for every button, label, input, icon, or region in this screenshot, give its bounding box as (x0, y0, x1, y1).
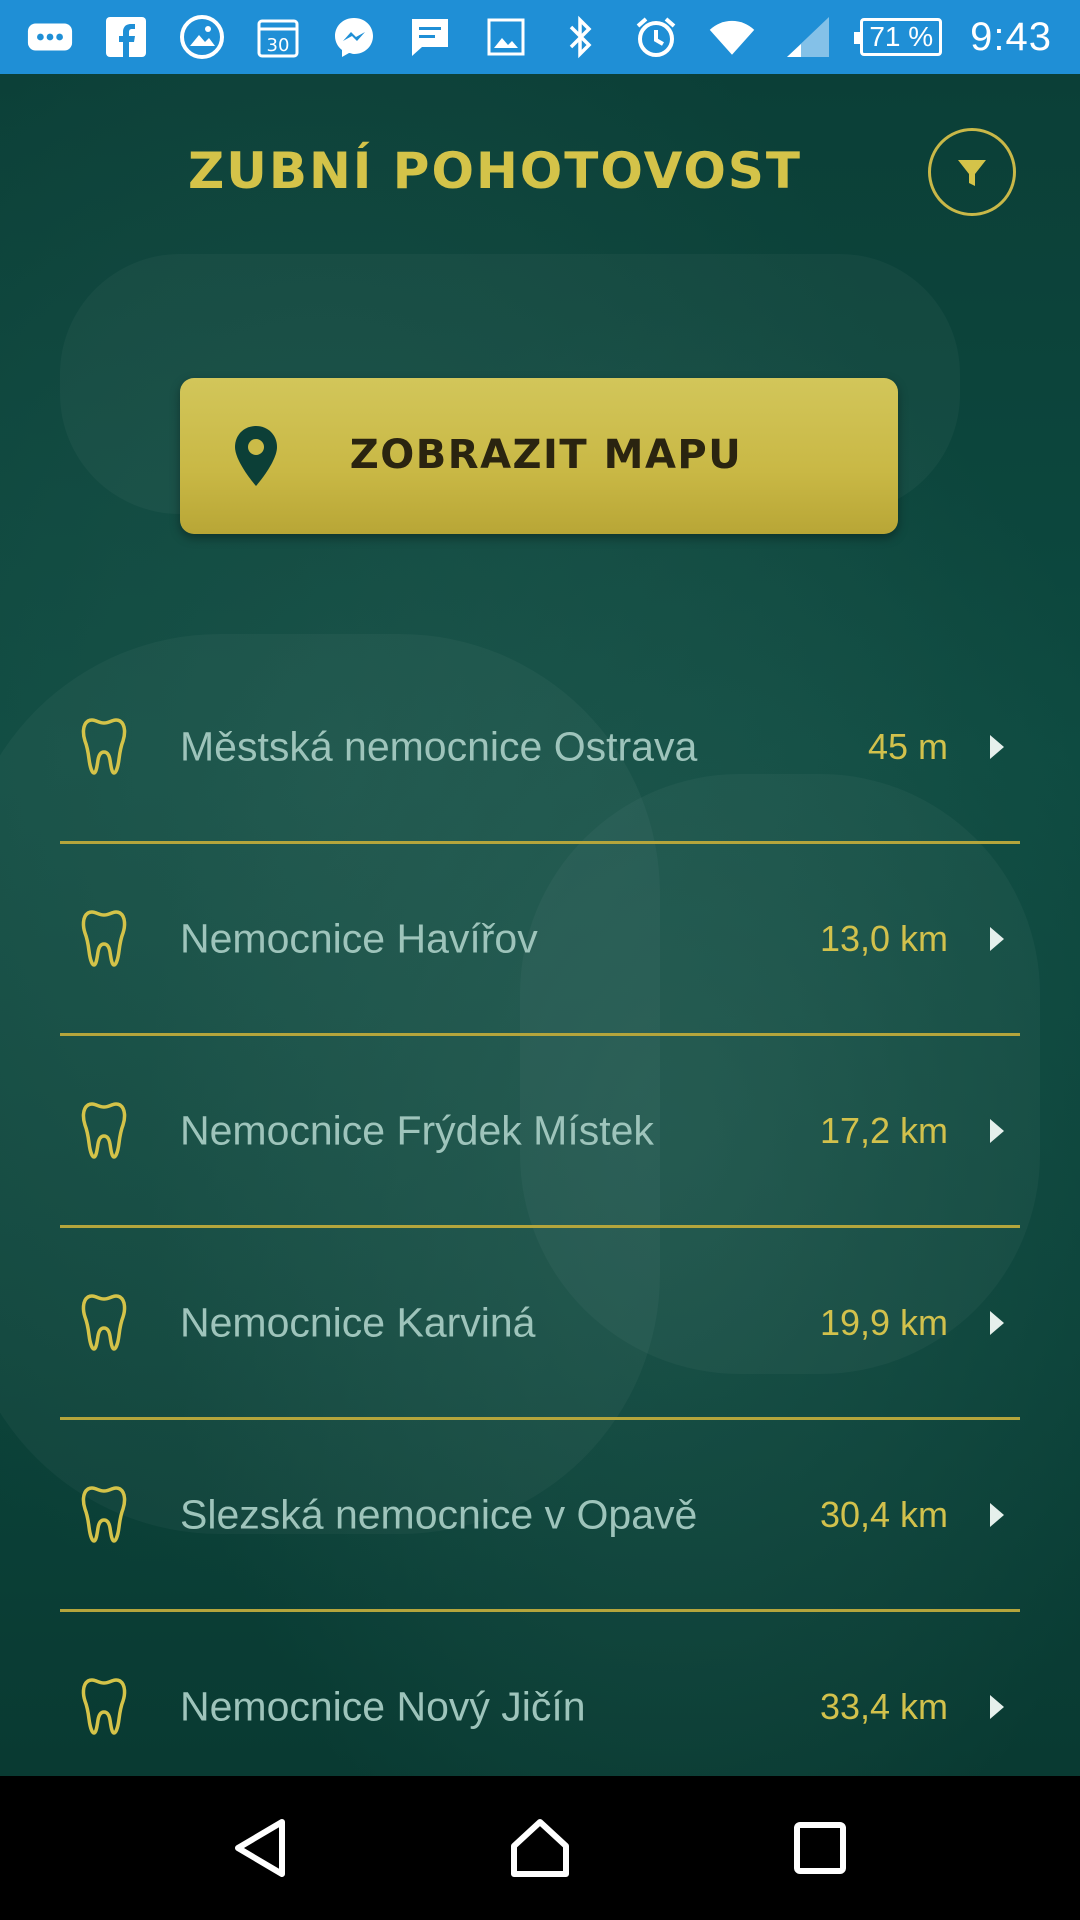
messenger-icon (330, 13, 378, 61)
chevron-right-icon (990, 1502, 1004, 1527)
svg-text:30: 30 (267, 35, 290, 56)
alarm-icon (632, 13, 680, 61)
hospital-name: Nemocnice Karviná (180, 1299, 536, 1345)
hospital-name: Slezská nemocnice v Opavě (180, 1491, 698, 1537)
tooth-icon (81, 717, 127, 775)
hospital-distance: 45 m (867, 725, 948, 767)
tooth-icon (81, 909, 127, 967)
tooth-icon (81, 1677, 127, 1735)
home-icon (511, 1819, 569, 1877)
chevron-right-icon (990, 1694, 1004, 1719)
hospital-distance: 13,0 km (819, 917, 948, 959)
chevron-right-icon (990, 1118, 1004, 1143)
navigation-bar (0, 1776, 1080, 1920)
app-content: ZUBNÍ POHOTOVOST ZOBRAZIT MAPU Městská n… (0, 74, 1080, 1776)
list-item[interactable]: Nemocnice Havířov 13,0 km (60, 844, 1020, 1036)
signal-icon (784, 13, 832, 61)
hospital-name: Městská nemocnice Ostrava (180, 723, 698, 769)
hospital-distance: 17,2 km (819, 1109, 948, 1151)
filter-icon (958, 160, 986, 186)
list-item[interactable]: Městská nemocnice Ostrava 45 m (60, 652, 1020, 844)
home-button[interactable] (500, 1808, 580, 1888)
facebook-icon (102, 13, 150, 61)
hospital-name: Nemocnice Nový Jičín (180, 1683, 586, 1729)
more-icon (26, 13, 74, 61)
page-title: ZUBNÍ POHOTOVOST (187, 142, 803, 200)
hospital-distance: 33,4 km (819, 1685, 948, 1727)
hospital-name: Nemocnice Havířov (180, 915, 538, 961)
battery-indicator: 71 % (854, 18, 943, 56)
hospital-list: Městská nemocnice Ostrava 45 m Nemocnice… (60, 652, 1020, 1776)
calendar-icon: 30 (254, 13, 302, 61)
recents-button[interactable] (780, 1808, 860, 1888)
system-icons: 71 % 9:43 (556, 13, 1052, 61)
list-item[interactable]: Nemocnice Nový Jičín 33,4 km (60, 1612, 1020, 1776)
list-item[interactable]: Nemocnice Frýdek Místek 17,2 km (60, 1036, 1020, 1228)
recents-icon (794, 1822, 846, 1874)
bluetooth-icon (556, 13, 604, 61)
photos-icon (178, 13, 226, 61)
tooth-icon (81, 1293, 127, 1351)
clock: 9:43 (970, 14, 1052, 59)
show-map-label: ZOBRAZIT MAPU (349, 432, 743, 478)
hospital-name: Nemocnice Frýdek Místek (180, 1107, 654, 1153)
header: ZUBNÍ POHOTOVOST (0, 74, 1080, 264)
back-button[interactable] (220, 1808, 300, 1888)
tooth-icon (81, 1101, 127, 1159)
status-bar: 30 71 % 9:43 (0, 0, 1080, 74)
hospital-distance: 30,4 km (819, 1493, 948, 1535)
notification-icons: 30 (26, 13, 530, 61)
list-item[interactable]: Nemocnice Karviná 19,9 km (60, 1228, 1020, 1420)
wifi-icon (708, 13, 756, 61)
chevron-right-icon (990, 1310, 1004, 1335)
show-map-button[interactable]: ZOBRAZIT MAPU (180, 378, 898, 534)
image-icon (482, 13, 530, 61)
tooth-icon (81, 1485, 127, 1543)
back-icon (235, 1819, 285, 1877)
chevron-right-icon (990, 926, 1004, 951)
list-item[interactable]: Slezská nemocnice v Opavě 30,4 km (60, 1420, 1020, 1612)
message-icon (406, 13, 454, 61)
filter-button[interactable] (928, 128, 1016, 216)
hospital-distance: 19,9 km (819, 1301, 948, 1343)
chevron-right-icon (990, 734, 1004, 759)
